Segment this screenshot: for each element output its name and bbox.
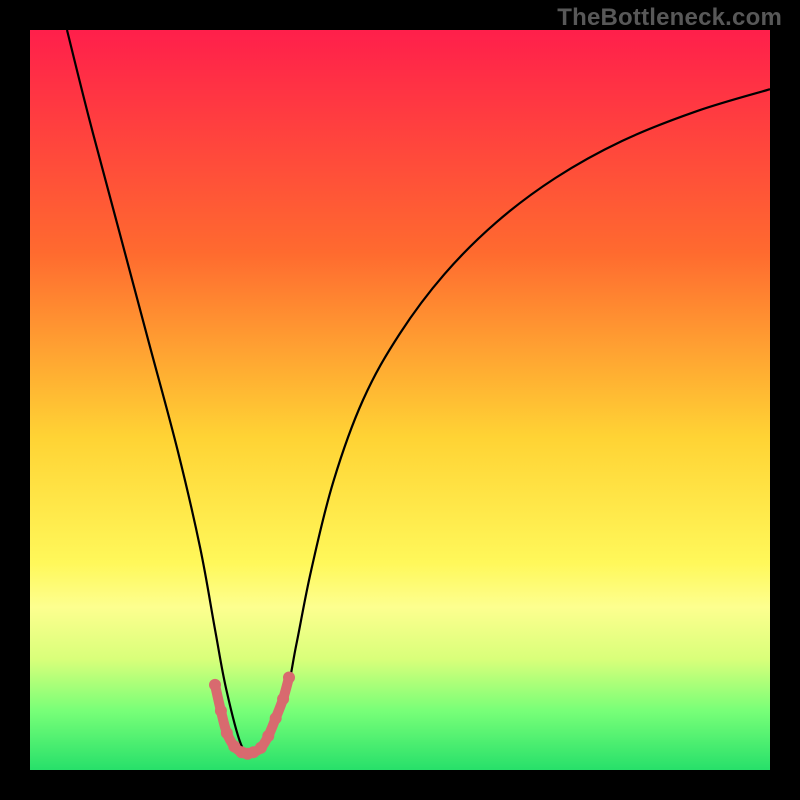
chart-svg <box>30 30 770 770</box>
highlight-dot <box>221 727 233 739</box>
chart-background <box>30 30 770 770</box>
highlight-dot <box>255 742 267 754</box>
highlight-dot <box>277 693 289 705</box>
highlight-dot <box>209 679 221 691</box>
highlight-dot <box>215 705 227 717</box>
watermark-text: TheBottleneck.com <box>557 4 782 32</box>
highlight-dot <box>262 730 274 742</box>
chart-container: TheBottleneck.com <box>0 0 800 800</box>
highlight-dot <box>283 672 295 684</box>
highlight-dot <box>270 712 282 724</box>
